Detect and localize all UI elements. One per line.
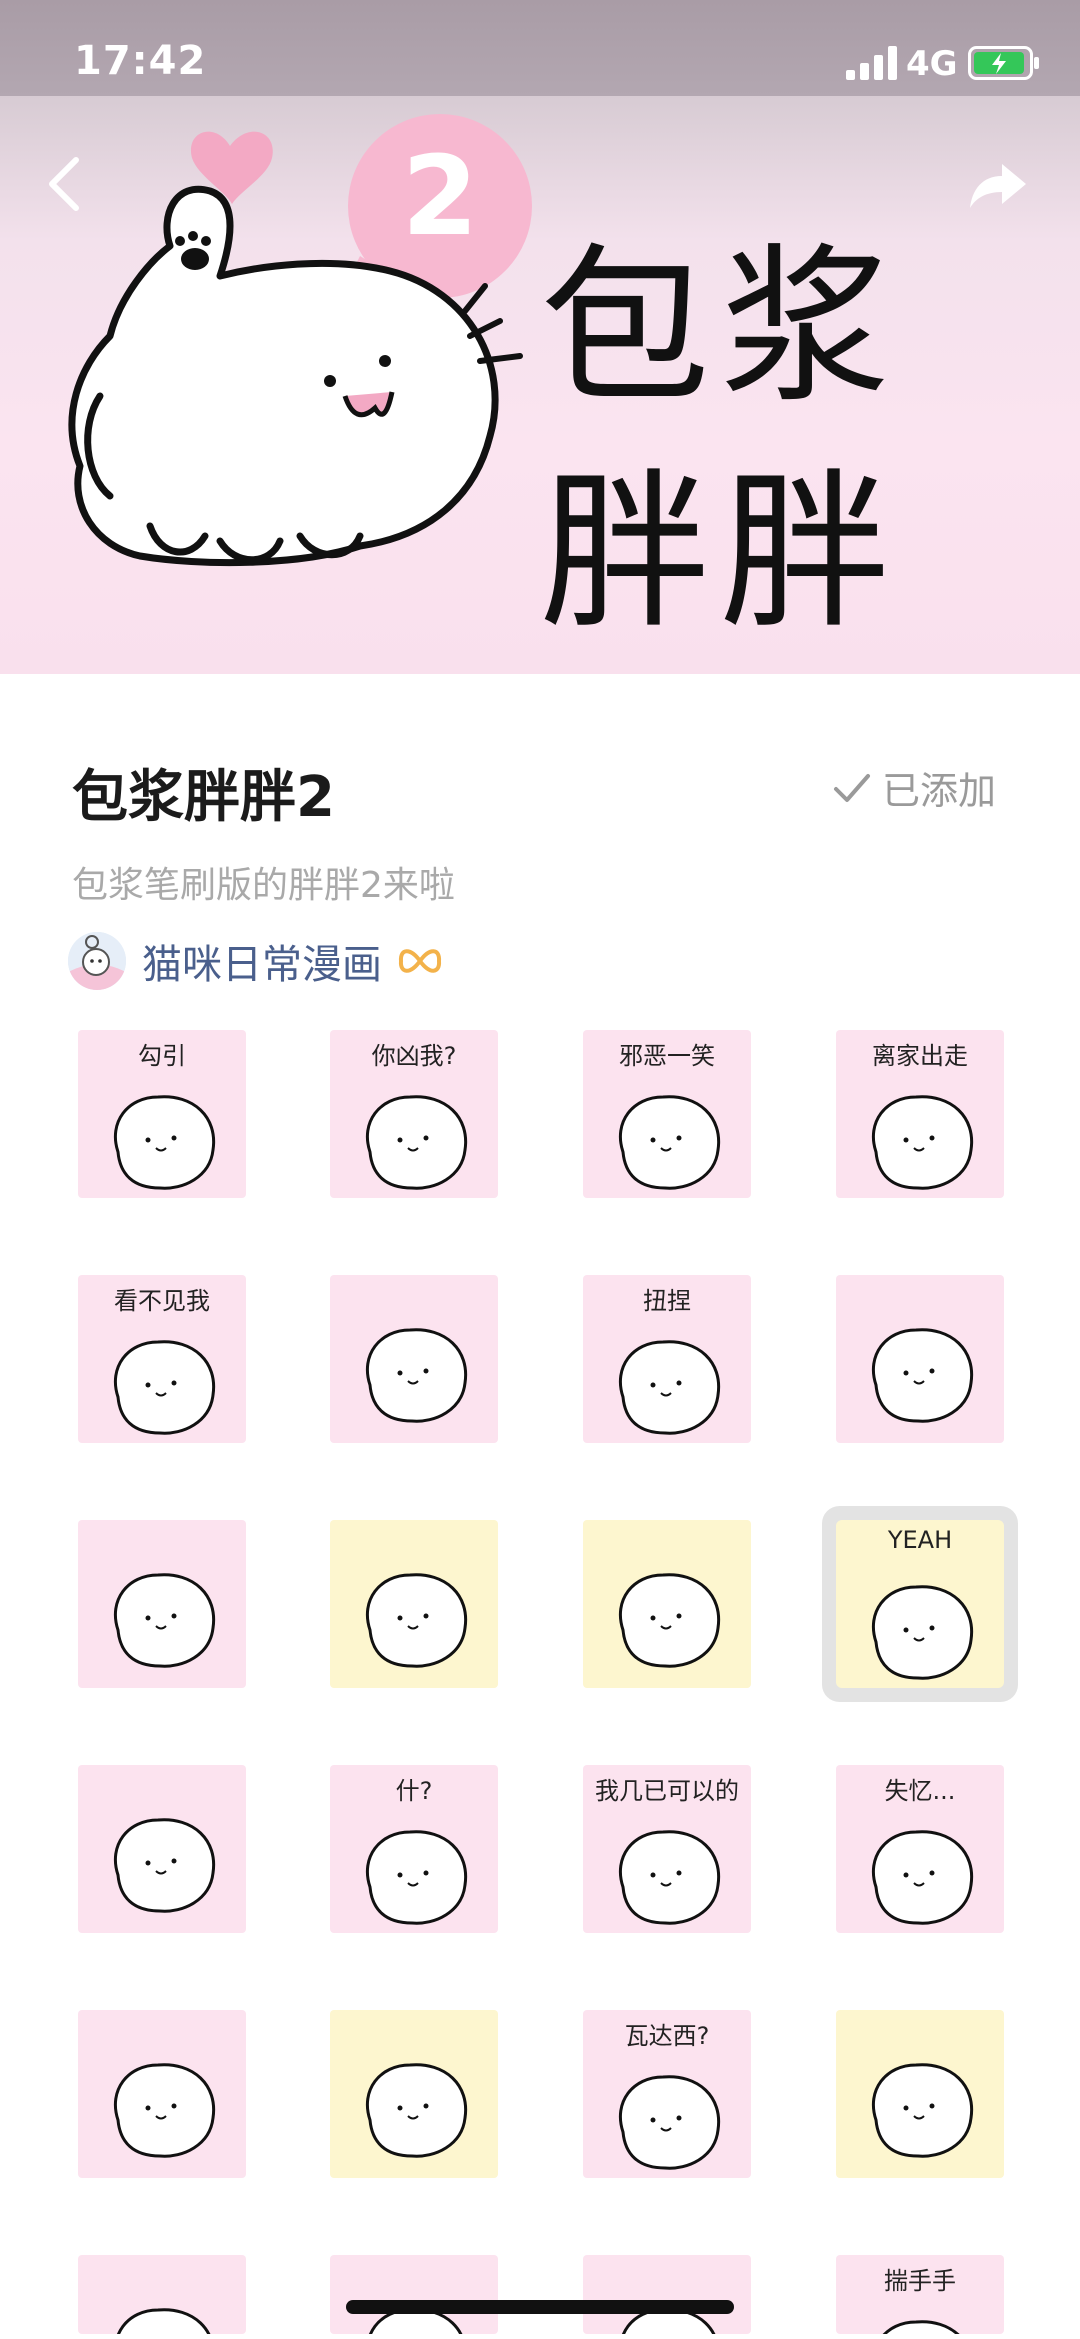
author-name: 猫咪日常漫画 — [142, 942, 382, 988]
sticker-item[interactable] — [78, 1520, 246, 1688]
sticker-item[interactable]: 邪恶一笑 — [583, 1030, 751, 1198]
sticker-item[interactable] — [583, 1520, 751, 1688]
sticker-item[interactable]: 什? — [330, 1765, 498, 1933]
cat-doodle-icon — [369, 2308, 463, 2334]
pack-title: 包浆胖胖2 — [72, 765, 335, 830]
sticker-item[interactable]: 勾引 — [78, 1030, 246, 1198]
pack-description: 包浆笔刷版的胖胖2来啦 — [72, 865, 455, 906]
sticker-caption: 瓦达西? — [624, 2022, 710, 2050]
sticker-item[interactable]: 瓦达西? — [583, 2010, 751, 2178]
sticker-caption: 我几已可以的 — [595, 1777, 739, 1805]
sticker-caption: 你凶我? — [371, 1042, 457, 1070]
banner-badge-number: 2 — [401, 132, 479, 260]
share-arrow-icon[interactable] — [968, 160, 1028, 210]
cat-doodle-icon — [365, 1328, 468, 1423]
sticker-item[interactable]: 看不见我 — [78, 1275, 246, 1443]
pack-banner: 2 包浆胖胖 — [0, 96, 1080, 674]
network-type: 4G — [906, 44, 958, 84]
sticker-caption: 看不见我 — [114, 1287, 210, 1315]
sticker-item[interactable]: 揣手手 — [836, 2255, 1004, 2334]
battery-icon — [968, 46, 1039, 80]
signal-icon — [846, 46, 897, 80]
sticker-item[interactable] — [583, 2255, 751, 2334]
author-link[interactable]: 猫咪日常漫画 — [68, 932, 442, 990]
cat-doodle-icon — [117, 2308, 211, 2334]
status-bar: 17:42 4G — [0, 0, 1080, 96]
cat-doodle-icon — [618, 1573, 721, 1668]
sticker-caption: 什? — [395, 1777, 433, 1805]
sticker-caption: 扭捏 — [643, 1287, 691, 1315]
checkmark-icon — [834, 773, 870, 802]
sticker-item[interactable] — [836, 2010, 1004, 2178]
sticker-caption: 离家出走 — [872, 1042, 968, 1070]
cat-doodle-icon — [113, 1573, 216, 1668]
added-status[interactable]: 已添加 — [832, 760, 996, 815]
home-indicator[interactable] — [346, 2300, 734, 2314]
sticker-item[interactable] — [330, 1275, 498, 1443]
sticker-caption: 邪恶一笑 — [619, 1042, 715, 1070]
status-time: 17:42 — [74, 38, 207, 84]
sticker-caption: 揣手手 — [884, 2267, 956, 2295]
sticker-caption: 勾引 — [138, 1042, 186, 1070]
sticker-item[interactable]: 你凶我? — [330, 1030, 498, 1198]
sticker-item[interactable] — [78, 1765, 246, 1933]
sticker-item[interactable] — [78, 2255, 246, 2334]
sticker-item[interactable] — [330, 2255, 498, 2334]
cat-doodle-icon — [113, 1818, 216, 1913]
cat-doodle-icon — [871, 1328, 974, 1423]
cat-doodle-icon — [113, 2063, 216, 2158]
sticker-item[interactable] — [78, 2010, 246, 2178]
sticker-item[interactable]: 我几已可以的 — [583, 1765, 751, 1933]
sticker-item[interactable]: 失忆... — [836, 1765, 1004, 1933]
cat-doodle-icon — [622, 2308, 716, 2334]
sticker-item[interactable] — [330, 1520, 498, 1688]
sticker-item[interactable]: YEAH — [836, 1520, 1004, 1688]
sticker-item[interactable]: 离家出走 — [836, 1030, 1004, 1198]
added-label: 已添加 — [882, 769, 997, 813]
sticker-item[interactable] — [330, 2010, 498, 2178]
chevron-left-icon[interactable] — [44, 154, 84, 214]
bow-icon — [398, 949, 442, 973]
cat-doodle-icon — [365, 2063, 468, 2158]
sticker-caption: 失忆... — [884, 1777, 956, 1805]
cat-doodle-icon — [871, 2063, 974, 2158]
avatar — [68, 932, 126, 990]
banner-title: 包浆胖胖 — [540, 229, 901, 652]
sticker-item[interactable]: 扭捏 — [583, 1275, 751, 1443]
cat-doodle-icon — [365, 1573, 468, 1668]
sticker-caption: YEAH — [887, 1526, 953, 1554]
sticker-item[interactable] — [836, 1275, 1004, 1443]
